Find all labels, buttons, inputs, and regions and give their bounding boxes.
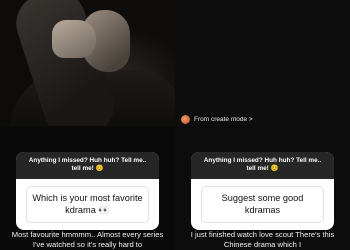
- photo-hand: [52, 20, 96, 58]
- question-text: Which is your most favorite kdrama 👀: [26, 186, 149, 223]
- question-story-left: Anything I missed? Huh huh? Tell me.. te…: [0, 126, 175, 250]
- question-sticker-body: Suggest some good kdramas: [191, 179, 334, 230]
- answer-text: Most favourite hmmmm.. Almost every seri…: [11, 230, 164, 249]
- question-sticker[interactable]: Anything I missed? Huh huh? Tell me.. te…: [191, 152, 334, 230]
- create-mode-label: From create mode >: [194, 116, 253, 123]
- question-sticker-header: Anything I missed? Huh huh? Tell me.. te…: [16, 152, 159, 179]
- avatar-icon: [181, 115, 190, 124]
- question-sticker-header: Anything I missed? Huh huh? Tell me.. te…: [191, 152, 334, 179]
- question-sticker[interactable]: Anything I missed? Huh huh? Tell me.. te…: [16, 152, 159, 230]
- story-photo: [0, 0, 175, 126]
- question-story-right: Anything I missed? Huh huh? Tell me.. te…: [175, 126, 350, 250]
- answer-text: I just finished watch love scout There's…: [190, 230, 335, 249]
- story-dark-panel: From create mode >: [175, 0, 350, 126]
- question-sticker-body: Which is your most favorite kdrama 👀: [16, 179, 159, 230]
- question-text: Suggest some good kdramas: [201, 186, 324, 223]
- create-mode-link[interactable]: From create mode >: [181, 115, 253, 124]
